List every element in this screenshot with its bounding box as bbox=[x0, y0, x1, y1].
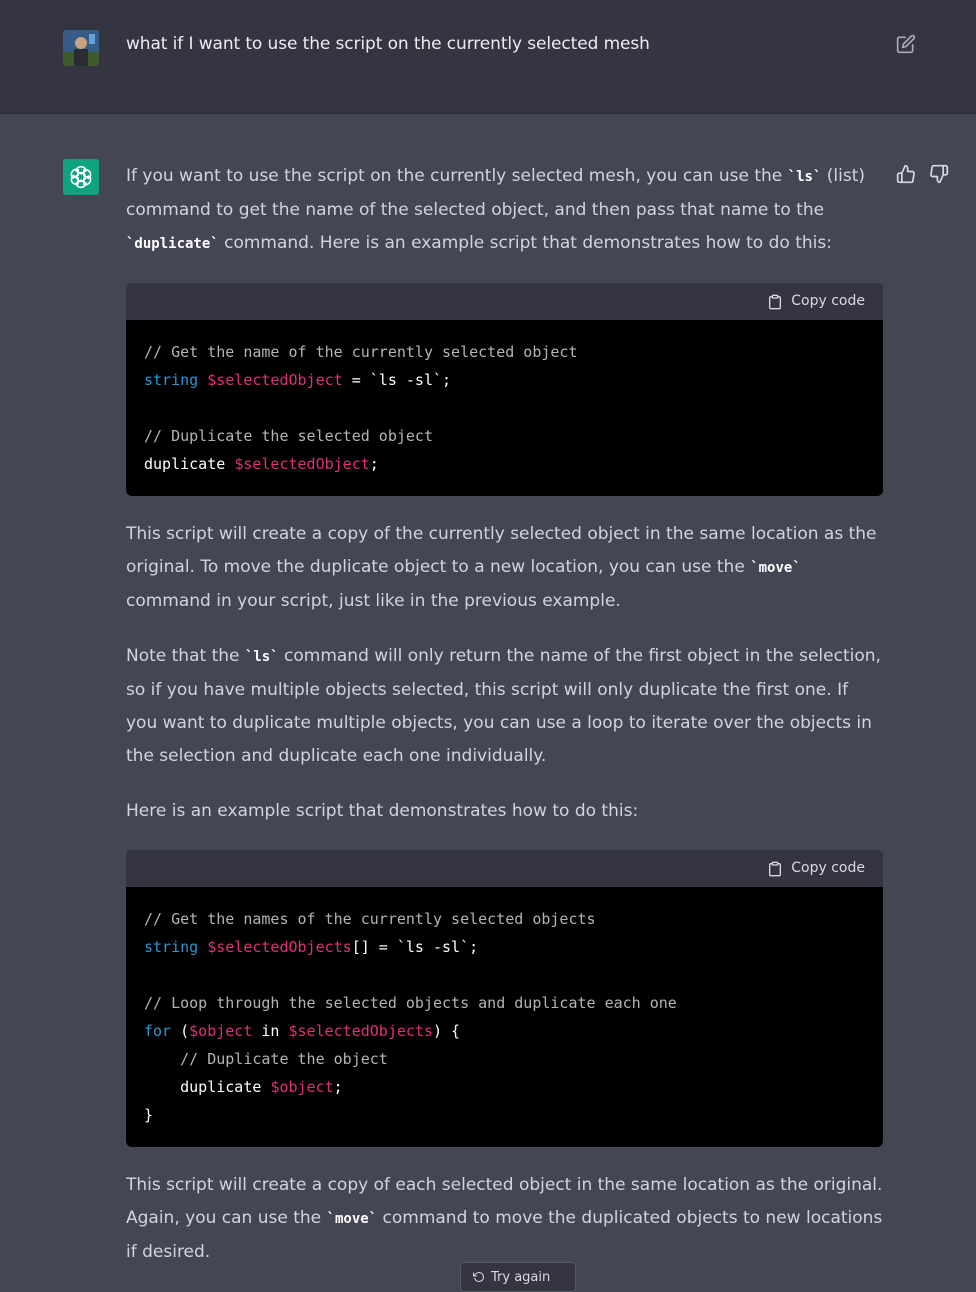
thumbs-down-icon[interactable] bbox=[929, 164, 949, 184]
inline-code-duplicate: `duplicate` bbox=[126, 236, 219, 252]
copy-code-button[interactable]: Copy code bbox=[767, 852, 865, 885]
paragraph-3: Note that the `ls` command will only ret… bbox=[126, 646, 881, 766]
paragraph-1: If you want to use the script on the cur… bbox=[126, 166, 866, 253]
user-message-text: what if I want to use the script on the … bbox=[126, 34, 650, 54]
clipboard-icon bbox=[769, 861, 782, 876]
code-block-header: Copy code bbox=[126, 283, 883, 320]
paragraph-2: This script will create a copy of the cu… bbox=[126, 524, 877, 611]
refresh-icon bbox=[473, 1272, 484, 1282]
code-block-header: Copy code bbox=[126, 850, 883, 887]
inline-code-ls: `ls` bbox=[244, 649, 279, 665]
assistant-message: If you want to use the script on the cur… bbox=[126, 160, 883, 1291]
code-content: // Get the name of the currently selecte… bbox=[144, 343, 578, 473]
code-content: // Get the names of the currently select… bbox=[144, 910, 677, 1124]
paragraph-4: Here is an example script that demonstra… bbox=[126, 801, 639, 821]
assistant-logo-icon bbox=[63, 159, 99, 195]
code-block-2: Copy code // Get the names of the curren… bbox=[126, 850, 883, 1147]
paragraph-5: This script will create a copy of each s… bbox=[126, 1175, 883, 1262]
thumbs-up-icon[interactable] bbox=[896, 164, 916, 184]
user-avatar bbox=[63, 30, 99, 66]
edit-icon[interactable] bbox=[896, 34, 916, 54]
regenerate-button[interactable]: Try again bbox=[460, 1262, 576, 1292]
inline-code-move: `move` bbox=[750, 560, 801, 576]
user-avatar-image bbox=[63, 30, 99, 66]
code-block-1: Copy code // Get the name of the current… bbox=[126, 283, 883, 496]
inline-code-ls: `ls` bbox=[787, 169, 822, 185]
clipboard-icon bbox=[769, 294, 782, 309]
inline-code-move: `move` bbox=[326, 1211, 378, 1227]
copy-code-button[interactable]: Copy code bbox=[767, 285, 865, 318]
user-message-row: what if I want to use the script on the … bbox=[0, 0, 976, 114]
